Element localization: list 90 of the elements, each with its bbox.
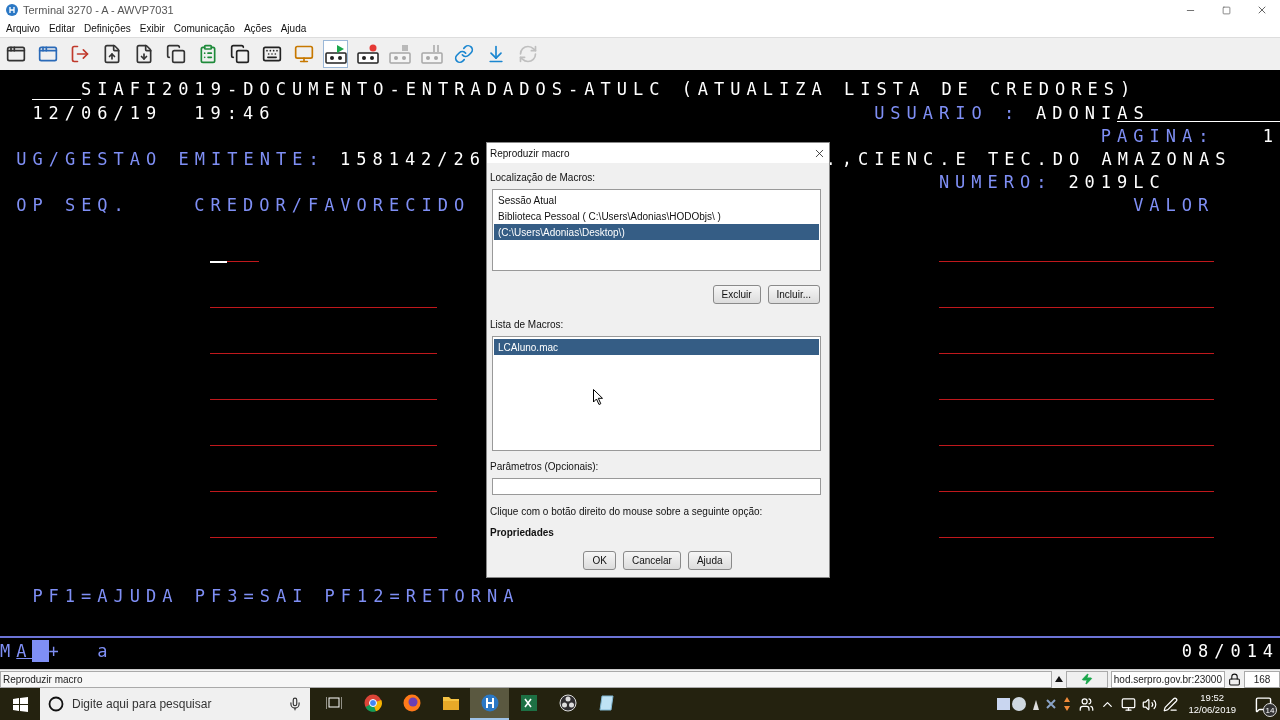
dialog-button[interactable]: Cancelar: [622, 551, 681, 570]
tape-stop-icon: [388, 44, 411, 64]
windows-logo-icon: [12, 696, 28, 712]
dialog-title: Reproduzir macro: [490, 147, 570, 159]
link-icon: [453, 44, 474, 64]
section-label: Lista de Macros:: [490, 317, 565, 332]
keyboard-icon: [261, 44, 282, 64]
field-value: 1: [1262, 125, 1279, 146]
monitor-icon: [293, 44, 314, 64]
window-title: Terminal 3270 - A - AWVP7031: [23, 4, 174, 16]
dialog-button[interactable]: Ajuda: [687, 551, 732, 570]
field-label: USUARIO :: [874, 102, 1020, 123]
copy-icon: [229, 44, 250, 64]
field-label: UG/GESTAO EMITENTE:: [16, 148, 324, 169]
hint-text: Clique com o botão direito do mouse sobre a seguinte opção:: [490, 504, 764, 519]
menu-item[interactable]: Comunicação: [173, 23, 235, 34]
search-placeholder: Digite aqui para pesquisar: [72, 697, 213, 711]
taskbar-app-button[interactable]: [470, 688, 509, 720]
menu-item[interactable]: Ações: [243, 23, 272, 34]
notifications-icon: [1254, 695, 1272, 713]
task-view-icon: [325, 696, 342, 710]
volume-icon[interactable]: [1142, 696, 1158, 712]
host-address: hod.serpro.gov.br:23000: [1110, 670, 1225, 688]
field-value: 2019LC: [1068, 171, 1166, 192]
dialog-button[interactable]: Incluir...: [767, 285, 820, 304]
tape-play-button[interactable]: [323, 40, 348, 68]
field-value: 19:46: [194, 102, 276, 123]
microphone-icon[interactable]: [288, 697, 302, 711]
search-icon: [48, 696, 64, 712]
section-label: Parâmetros (Opcionais):: [490, 459, 600, 474]
clock-time: 19:52: [1200, 692, 1225, 704]
copy-icon: [165, 44, 186, 64]
lightning-icon: [1080, 673, 1093, 685]
menu-item[interactable]: Exibir: [139, 23, 165, 34]
section-label: Localização de Macros:: [490, 170, 597, 185]
field-label: PAGINA:: [1100, 125, 1215, 146]
mouse-pointer-icon: [593, 389, 603, 405]
status-sign: +: [48, 641, 65, 661]
windows-icon: [5, 44, 26, 64]
field-value: 12/06/19: [32, 102, 162, 123]
lock-icon: [1228, 672, 1241, 686]
clock-date: 12/06/2019: [1188, 704, 1236, 716]
refresh-icon: [517, 44, 538, 64]
notepad-icon: [597, 694, 616, 712]
windows-icon: [37, 44, 58, 64]
cursor-block: [32, 640, 49, 662]
spreadsheet-icon: [519, 694, 538, 712]
record-app-icon: [558, 694, 577, 712]
menu-item[interactable]: Ajuda: [280, 23, 307, 34]
letter-h-app-icon: [480, 694, 499, 712]
dialog-button[interactable]: OK: [583, 551, 616, 570]
notifications-button[interactable]: 14: [1246, 688, 1280, 720]
menu-item[interactable]: Definições: [84, 23, 131, 34]
field-value: .,CIENC.E TEC.DO AMAZONAS: [825, 148, 1231, 169]
status-char: a: [97, 641, 114, 661]
field-value: SIAFI2019-DOCUMENTO-ENTRADADOS-ATULC (ATUALIZA LISTA DE CREDORES): [80, 79, 1134, 99]
people-icon[interactable]: [1079, 696, 1095, 712]
tape-play-icon: [324, 44, 347, 64]
field-value: 158142/26: [339, 148, 486, 169]
tape-pause-icon: [420, 44, 443, 64]
status-count: 168: [1244, 670, 1280, 688]
pen-icon[interactable]: [1163, 696, 1179, 712]
browser-icon: [402, 694, 421, 712]
chrome-like-icon: [363, 694, 382, 712]
maximize-icon: [1221, 5, 1231, 15]
option-name: Propriedades: [490, 525, 555, 540]
menu-item[interactable]: Arquivo: [6, 23, 40, 34]
network-icon[interactable]: [1121, 696, 1137, 712]
input-field[interactable]: [492, 478, 821, 495]
dialog-button[interactable]: Excluir: [712, 285, 761, 304]
tape-record-icon: [356, 44, 379, 64]
close-icon: [1256, 4, 1268, 16]
folder-icon: [441, 695, 460, 711]
field-label: CREDOR/FAVORECIDO: [194, 194, 470, 215]
app-logo-icon: [6, 4, 18, 16]
status-message: Reproduzir macro: [0, 670, 1052, 688]
cursor-position: 08/014: [1181, 641, 1279, 661]
macro-item[interactable]: LCAluno.mac: [494, 339, 819, 355]
location-item[interactable]: (C:\Users\Adonias\Desktop\): [494, 224, 819, 240]
search-field[interactable]: Digite aqui para pesquisar: [40, 688, 310, 720]
menu-item[interactable]: Editar: [48, 23, 76, 34]
location-item[interactable]: Sessão Atual: [494, 192, 819, 208]
function-keys: PF1=AJUDA PF3=SAI PF12=RETORNA: [32, 585, 518, 606]
field-label: OP SEQ.: [16, 194, 130, 215]
field-value: ADONIAS: [1036, 102, 1150, 123]
triangle-up-icon: [1054, 676, 1063, 682]
exit-icon: [69, 44, 90, 64]
location-item[interactable]: Biblioteca Pessoal ( C:\Users\Adonias\HODObjs\ ): [494, 208, 819, 224]
field-label: VALOR: [1133, 194, 1215, 215]
field-label: NUMERO:: [938, 171, 1053, 192]
